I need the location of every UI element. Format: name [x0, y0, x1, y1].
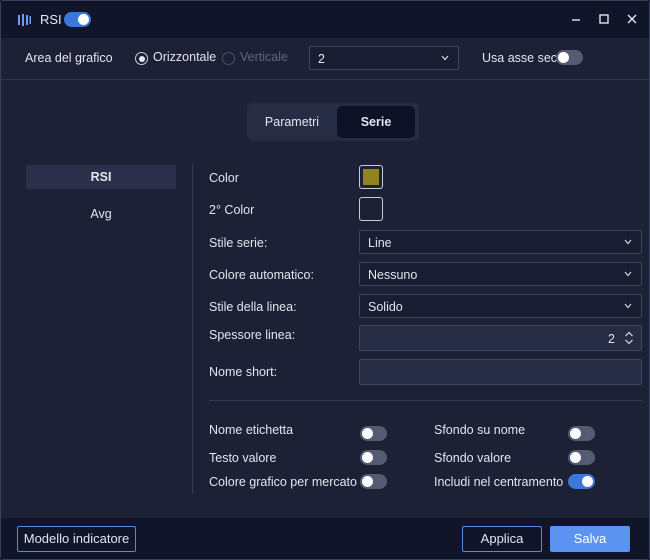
sidebar-item-rsi[interactable]: RSI	[26, 165, 176, 189]
toggle-knob	[570, 452, 581, 463]
color-label: Color	[209, 171, 239, 185]
save-button[interactable]: Salva	[550, 526, 630, 552]
color-swatch[interactable]	[359, 165, 383, 189]
toggle-knob	[78, 14, 89, 25]
value-text-toggle[interactable]	[360, 450, 387, 465]
toggle-knob	[362, 476, 373, 487]
series-style-label: Stile serie:	[209, 236, 268, 250]
chevron-down-icon	[624, 271, 632, 277]
vertical-divider	[192, 164, 193, 494]
chevron-down-icon	[624, 303, 632, 309]
line-style-value: Solido	[368, 300, 403, 314]
color2-swatch[interactable]	[359, 197, 383, 221]
color2-label: 2° Color	[209, 203, 255, 217]
chart-area-label: Area del grafico	[25, 51, 113, 65]
value-text-label: Testo valore	[209, 451, 277, 465]
auto-color-select[interactable]: Nessuno	[359, 262, 642, 286]
close-icon[interactable]	[624, 11, 640, 27]
line-style-label: Stile della linea:	[209, 300, 297, 314]
label-name-label: Nome etichetta	[209, 423, 294, 437]
tab-parametri[interactable]: Parametri	[251, 106, 333, 138]
short-name-input[interactable]	[359, 359, 642, 385]
pane-select[interactable]: 2	[309, 46, 459, 70]
value-background-toggle[interactable]	[568, 450, 595, 465]
include-centering-toggle[interactable]	[568, 474, 595, 489]
sidebar-item-avg[interactable]: Avg	[26, 202, 176, 226]
include-centering-label: Includi nel centramento	[434, 475, 564, 489]
color-swatch-fill	[363, 169, 379, 185]
name-background-label: Sfondo su nome	[434, 423, 526, 437]
line-width-stepper[interactable]: 2	[359, 325, 642, 351]
auto-color-label: Colore automatico:	[209, 268, 314, 282]
settings-tabs: Parametri Serie	[247, 103, 419, 141]
auto-color-value: Nessuno	[368, 268, 418, 282]
name-background-toggle[interactable]	[568, 426, 595, 441]
indicator-template-button[interactable]: Modello indicatore	[17, 526, 136, 552]
secondary-axis-label: Usa asse sec.	[482, 51, 561, 65]
horizontal-radio-label[interactable]: Orizzontale	[153, 50, 216, 64]
apply-button[interactable]: Applica	[462, 526, 542, 552]
line-style-select[interactable]: Solido	[359, 294, 642, 318]
title-bar: RSI	[1, 1, 649, 38]
line-width-label: Spessore linea:	[209, 328, 296, 342]
series-style-select[interactable]: Line	[359, 230, 642, 254]
toggle-knob	[362, 428, 373, 439]
footer-bar: Modello indicatore Applica Salva	[1, 518, 649, 559]
indicator-visible-toggle[interactable]	[64, 12, 91, 27]
toggle-knob	[570, 428, 581, 439]
vertical-radio[interactable]	[222, 52, 235, 65]
toggle-knob	[558, 52, 569, 63]
line-width-value: 2	[608, 332, 615, 346]
maximize-icon[interactable]	[596, 11, 612, 27]
horizontal-radio[interactable]	[135, 52, 148, 65]
tab-serie[interactable]: Serie	[337, 106, 415, 138]
toggle-knob	[362, 452, 373, 463]
secondary-axis-toggle[interactable]	[556, 50, 583, 65]
window-title: RSI	[40, 12, 62, 27]
market-chart-color-label: Colore grafico per mercato	[209, 475, 357, 489]
horizontal-divider	[209, 400, 642, 401]
chevron-down-icon	[441, 55, 449, 61]
label-name-toggle[interactable]	[360, 426, 387, 441]
vertical-radio-label[interactable]: Verticale	[240, 50, 288, 64]
series-style-value: Line	[368, 236, 392, 250]
chart-area-row: Area del grafico Orizzontale Verticale 2…	[1, 38, 649, 80]
indicator-settings-window: RSI Area del grafico Orizzontale Vertica…	[0, 0, 650, 560]
minimize-icon[interactable]	[568, 11, 584, 27]
market-chart-color-toggle[interactable]	[360, 474, 387, 489]
chevron-down-icon	[624, 239, 632, 245]
stepper-arrows-icon[interactable]	[624, 331, 634, 345]
value-background-label: Sfondo valore	[434, 451, 512, 465]
pane-select-value: 2	[318, 52, 325, 66]
indicator-bars-icon	[18, 14, 31, 26]
short-name-label: Nome short:	[209, 365, 278, 379]
toggle-knob	[582, 476, 593, 487]
